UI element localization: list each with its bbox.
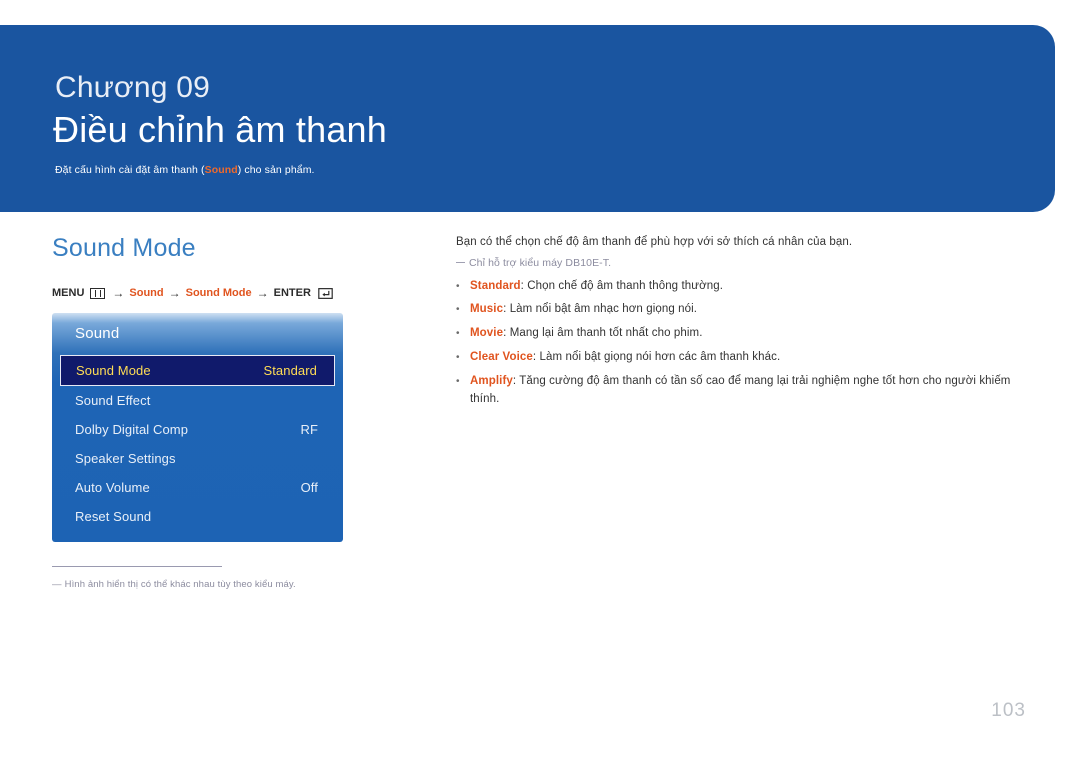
option-description: Làm nổi bật âm nhạc hơn giọng nói. <box>509 303 698 316</box>
osd-menu-panel: Sound Sound Mode Standard Sound Effect D… <box>52 313 343 542</box>
option-term: Clear Voice <box>470 351 533 364</box>
osd-row-value: Standard <box>263 363 317 378</box>
content-column: Bạn có thể chọn chế độ âm thanh để phù h… <box>456 234 1026 415</box>
footnote-text: Hình ảnh hiển thị có thể khác nhau tùy t… <box>64 579 296 590</box>
osd-row-sound-effect[interactable]: Sound Effect <box>52 386 343 415</box>
breadcrumb-step-sound-mode: Sound Mode <box>185 287 252 299</box>
chapter-subtitle-after: ) cho sản phẩm. <box>237 164 315 176</box>
list-item-text: Movie: Mang lại âm thanh tốt nhất cho ph… <box>470 325 1026 343</box>
option-term: Standard <box>470 279 521 292</box>
option-description: Làm nổi bật giọng nói hơn các âm thanh k… <box>539 351 781 364</box>
osd-row-reset-sound[interactable]: Reset Sound <box>52 502 343 531</box>
osd-row-value: Off <box>300 480 318 495</box>
option-description: Chọn chế độ âm thanh thông thường. <box>527 279 723 292</box>
list-item-text: Standard: Chọn chế độ âm thanh thông thư… <box>470 278 1026 296</box>
list-item: • Music: Làm nổi bật âm nhạc hơn giọng n… <box>456 301 1026 319</box>
list-item: • Standard: Chọn chế độ âm thanh thông t… <box>456 278 1026 296</box>
osd-panel-title: Sound <box>75 325 120 342</box>
enter-return-icon <box>318 287 333 299</box>
bullet-dot-icon: • <box>456 352 460 364</box>
bullet-dot-icon: • <box>456 375 460 387</box>
osd-row-auto-volume[interactable]: Auto Volume Off <box>52 473 343 502</box>
footnote: ― Hình ảnh hiển thị có thể khác nhau tùy … <box>52 579 296 590</box>
bullet-dot-icon: • <box>456 328 460 340</box>
osd-row-label: Dolby Digital Comp <box>75 422 189 437</box>
chapter-title: Điều chỉnh âm thanh <box>53 109 388 150</box>
note-dash-icon <box>456 261 465 263</box>
osd-row-label: Sound Mode <box>76 363 151 378</box>
chapter-header-banner: Chương 09 Điều chỉnh âm thanh Đặt cấu hì… <box>0 25 1055 212</box>
osd-menu-list: Sound Mode Standard Sound Effect Dolby D… <box>52 355 343 531</box>
option-term: Amplify <box>470 374 513 387</box>
menu-bars-icon <box>90 287 106 299</box>
list-item-text: Clear Voice: Làm nổi bật giọng nói hơn c… <box>470 349 1026 367</box>
breadcrumb-step-sound: Sound <box>129 287 164 299</box>
breadcrumb: MENU → Sound → Sound Mode → ENTER <box>52 286 333 300</box>
osd-row-label: Reset Sound <box>75 509 152 524</box>
list-item-text: Music: Làm nổi bật âm nhạc hơn giọng nói… <box>470 301 1026 319</box>
sound-mode-options-list: • Standard: Chọn chế độ âm thanh thông t… <box>456 278 1026 409</box>
menu-button-label: MENU <box>52 287 85 299</box>
option-separator: : <box>503 327 510 340</box>
bullet-dot-icon: • <box>456 304 460 316</box>
chapter-number: Chương 09 <box>55 71 210 104</box>
osd-row-sound-mode[interactable]: Sound Mode Standard <box>60 355 335 386</box>
footnote-divider <box>52 566 222 567</box>
chapter-subtitle: Đặt cấu hình cài đặt âm thanh (Sound) ch… <box>55 164 315 176</box>
chapter-subtitle-before: Đặt cấu hình cài đặt âm thanh ( <box>55 164 205 176</box>
breadcrumb-arrow-2: → <box>168 286 181 300</box>
osd-row-dolby-digital-comp[interactable]: Dolby Digital Comp RF <box>52 415 343 444</box>
option-term: Music <box>470 303 504 316</box>
osd-row-speaker-settings[interactable]: Speaker Settings <box>52 444 343 473</box>
bullet-dot-icon: • <box>456 280 460 292</box>
option-term: Movie <box>470 327 504 340</box>
osd-row-label: Speaker Settings <box>75 451 176 466</box>
chapter-subtitle-highlight: Sound <box>204 164 238 176</box>
support-note-text: Chỉ hỗ trợ kiểu máy DB10E-T. <box>469 256 612 269</box>
list-item-text: Amplify: Tăng cường độ âm thanh có tần s… <box>470 373 1026 409</box>
page-title: Sound Mode <box>52 234 196 262</box>
osd-row-label: Auto Volume <box>75 480 150 495</box>
lead-paragraph: Bạn có thể chọn chế độ âm thanh để phù h… <box>456 236 853 248</box>
osd-row-value: RF <box>300 422 318 437</box>
option-description: Mang lại âm thanh tốt nhất cho phim. <box>509 327 703 340</box>
breadcrumb-arrow-3: → <box>256 286 269 300</box>
support-note: Chỉ hỗ trợ kiểu máy DB10E-T. <box>456 257 1026 269</box>
enter-button-label: ENTER <box>273 287 311 299</box>
option-description: Tăng cường độ âm thanh có tần số cao để … <box>470 374 1011 405</box>
list-item: • Amplify: Tăng cường độ âm thanh có tần… <box>456 373 1026 409</box>
list-item: • Clear Voice: Làm nổi bật giọng nói hơn… <box>456 349 1026 367</box>
page-number: 103 <box>991 700 1026 721</box>
list-item: • Movie: Mang lại âm thanh tốt nhất cho … <box>456 325 1026 343</box>
breadcrumb-arrow-1: → <box>112 286 125 300</box>
osd-row-label: Sound Effect <box>75 393 151 408</box>
footnote-dash: ― <box>52 579 62 590</box>
option-separator: : <box>503 303 510 316</box>
